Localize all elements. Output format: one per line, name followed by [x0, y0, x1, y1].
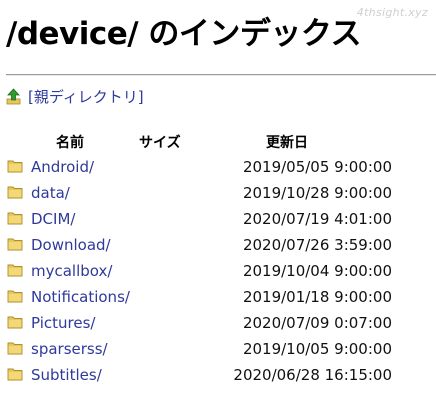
folder-icon [7, 264, 23, 277]
folder-icon [7, 290, 23, 303]
column-headers: 名前 サイズ 更新日 [0, 132, 436, 152]
list-item: Download/ 2020/07/26 3:59:00 [0, 234, 436, 260]
entry-link[interactable]: Android/ [31, 156, 94, 178]
list-item: Subtitles/ 2020/06/28 16:15:00 [0, 364, 436, 390]
up-arrow-icon[interactable] [6, 87, 21, 105]
entry-link[interactable]: sparserss/ [31, 338, 108, 360]
watermark: 4thsight.xyz [356, 6, 428, 19]
entry-link[interactable]: data/ [31, 182, 70, 204]
list-item: Android/ 2019/05/05 9:00:00 [0, 156, 436, 182]
entry-modified: 2019/05/05 9:00:00 [242, 158, 392, 176]
folder-icon [7, 212, 23, 225]
entry-modified: 2020/06/28 16:15:00 [233, 366, 392, 384]
entry-link[interactable]: DCIM/ [31, 208, 75, 230]
entry-link[interactable]: mycallbox/ [31, 260, 112, 282]
folder-icon [7, 316, 23, 329]
entry-link[interactable]: Pictures/ [31, 312, 95, 334]
entry-modified: 2020/07/09 0:07:00 [242, 314, 392, 332]
entry-link[interactable]: Download/ [31, 234, 111, 256]
folder-icon [7, 342, 23, 355]
column-header-name[interactable]: 名前 [56, 132, 84, 152]
entry-modified: 2019/10/28 9:00:00 [242, 184, 392, 202]
page-title: /device/ のインデックス [6, 16, 361, 52]
entry-modified: 2019/01/18 9:00:00 [242, 288, 392, 306]
entry-modified: 2020/07/19 4:01:00 [242, 210, 392, 228]
folder-icon [7, 160, 23, 173]
parent-directory-link[interactable]: [親ディレクトリ] [28, 86, 144, 107]
list-item: Notifications/ 2019/01/18 9:00:00 [0, 286, 436, 312]
list-item: DCIM/ 2020/07/19 4:01:00 [0, 208, 436, 234]
entry-link[interactable]: Subtitles/ [31, 364, 102, 386]
folder-icon [7, 186, 23, 199]
list-item: sparserss/ 2019/10/05 9:00:00 [0, 338, 436, 364]
entry-modified: 2019/10/05 9:00:00 [242, 340, 392, 358]
column-header-modified[interactable]: 更新日 [266, 132, 308, 152]
folder-icon [7, 368, 23, 381]
list-item: Pictures/ 2020/07/09 0:07:00 [0, 312, 436, 338]
list-item: mycallbox/ 2019/10/04 9:00:00 [0, 260, 436, 286]
directory-listing: Android/ 2019/05/05 9:00:00 data/ 2019/1… [0, 156, 436, 390]
list-item: data/ 2019/10/28 9:00:00 [0, 182, 436, 208]
entry-modified: 2019/10/04 9:00:00 [242, 262, 392, 280]
folder-icon [7, 238, 23, 251]
parent-directory-row: [親ディレクトリ] [6, 85, 144, 107]
entry-modified: 2020/07/26 3:59:00 [242, 236, 392, 254]
divider [6, 74, 436, 76]
entry-link[interactable]: Notifications/ [31, 286, 130, 308]
column-header-size[interactable]: サイズ [139, 132, 181, 152]
